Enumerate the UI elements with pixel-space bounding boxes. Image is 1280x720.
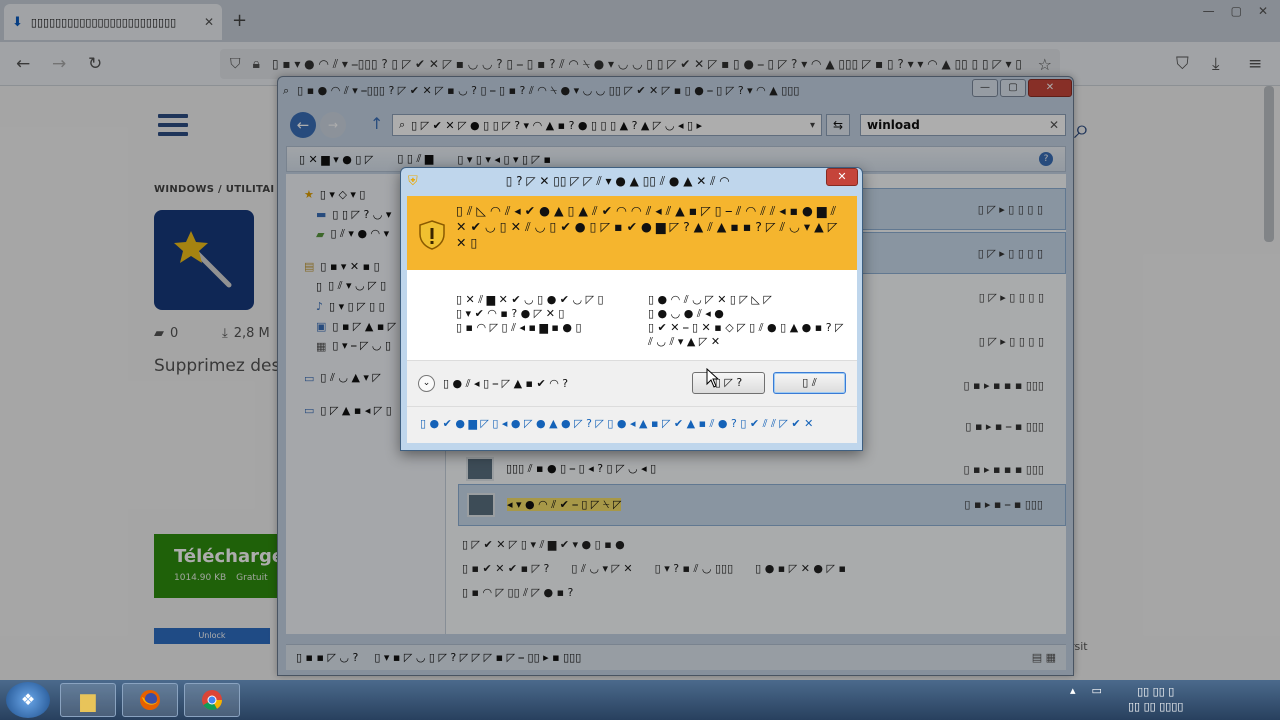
taskbar-explorer[interactable]: ▆ — [60, 683, 116, 717]
change-notification-link[interactable]: ▯ ● ✔ ● ▆ ◸ ▯ ◂ ● ◸ ● ▲ ● ◸ ? ◸ ▯ ● ◂ ▲ … — [420, 417, 813, 431]
dialog-title-bar: ⛨ ▯ ? ◸ ✕ ▯▯ ◸ ◸ ⫽ ▾ ● ▲ ▯▯ ⫽ ● ▲ ✕ ⫽ ◠ — [408, 170, 818, 192]
shield-icon: ⛨ — [408, 173, 418, 189]
clock-time: ▯▯ ▯▯ ▯ — [1137, 685, 1175, 698]
start-button[interactable]: ❖ — [6, 682, 50, 718]
warning-shield-icon — [418, 220, 446, 250]
taskbar-chrome[interactable] — [184, 683, 240, 717]
chrome-icon — [202, 690, 223, 711]
warning-message: ▯ ⫽ ◺ ◠ ⫽ ◂ ✔ ● ▲ ▯ ▲ ⫽ ✔ ◠ ◠ ⫽ ◂ ⫽ ▲ ▪ … — [456, 203, 838, 250]
mouse-cursor-icon — [706, 367, 720, 391]
values-column: ▯ ● ◠ ⫽ ◡ ◸ ✕ ▯ ◸ ◺ ◸ ▯ ● ◡ ● ⫽ ◂ ● ▯ ✔ … — [648, 293, 844, 349]
dialog-title: ▯ ? ◸ ✕ ▯▯ ◸ ◸ ⫽ ▾ ● ▲ ▯▯ ⫽ ● ▲ ✕ ⫽ ◠ — [505, 173, 730, 188]
no-button[interactable]: ▯ ⫽ — [773, 372, 846, 394]
folder-icon: ▆ — [80, 688, 96, 712]
network-tray-icon[interactable]: ▭ — [1092, 684, 1102, 697]
value-publisher: ▯ ● ◡ ● ⫽ ◂ ● — [648, 307, 724, 320]
value-program: ▯ ● ◠ ⫽ ◡ ◸ ✕ ▯ ◸ ◺ ◸ — [648, 293, 772, 306]
clock-date: ▯▯ ▯▯ ▯▯▯▯ — [1128, 700, 1184, 713]
firefox-icon — [140, 690, 160, 710]
show-details-toggle[interactable]: ⌄ ▯ ● ⫽ ◂ ▯ ⎯ ◸ ▲ ▪ ✔ ◠ ? — [418, 375, 568, 392]
chevron-down-icon[interactable]: ⌄ — [418, 375, 435, 392]
taskbar-firefox[interactable] — [122, 683, 178, 717]
label-origin: ▯ ▪ ◠ ◸ ▯ ⫽ ◂ ▪ ▆ ▪ ● ▯ — [456, 321, 582, 334]
taskbar-clock[interactable]: ▯▯ ▯▯ ▯ ▯▯ ▯▯ ▯▯▯▯ — [1128, 684, 1183, 714]
yes-button[interactable]: ▯ ◸ ? — [692, 372, 765, 394]
value-origin: ▯ ✔ ✕ ⎯ ▯ ✕ ▪ ◇ ◸ ▯ ⫽ ● ▯ ▲ ● ▪ ? ◸ ⫽ ◡ … — [648, 321, 844, 348]
labels-column: ▯ ✕ ⫽ ▆ ✕ ✔ ◡ ▯ ● ✔ ◡ ◸ ▯ ▯ ▾ ✔ ◠ ▪ ? ● … — [456, 293, 636, 335]
label-program: ▯ ✕ ⫽ ▆ ✕ ✔ ◡ ▯ ● ✔ ◡ ◸ ▯ — [456, 293, 604, 306]
system-tray: ▴ ▭ — [1070, 684, 1102, 697]
show-hidden-icons[interactable]: ▴ — [1070, 684, 1076, 697]
label-publisher: ▯ ▾ ✔ ◠ ▪ ? ● ◸ ✕ ▯ — [456, 307, 565, 320]
close-button[interactable]: ✕ — [826, 168, 858, 186]
